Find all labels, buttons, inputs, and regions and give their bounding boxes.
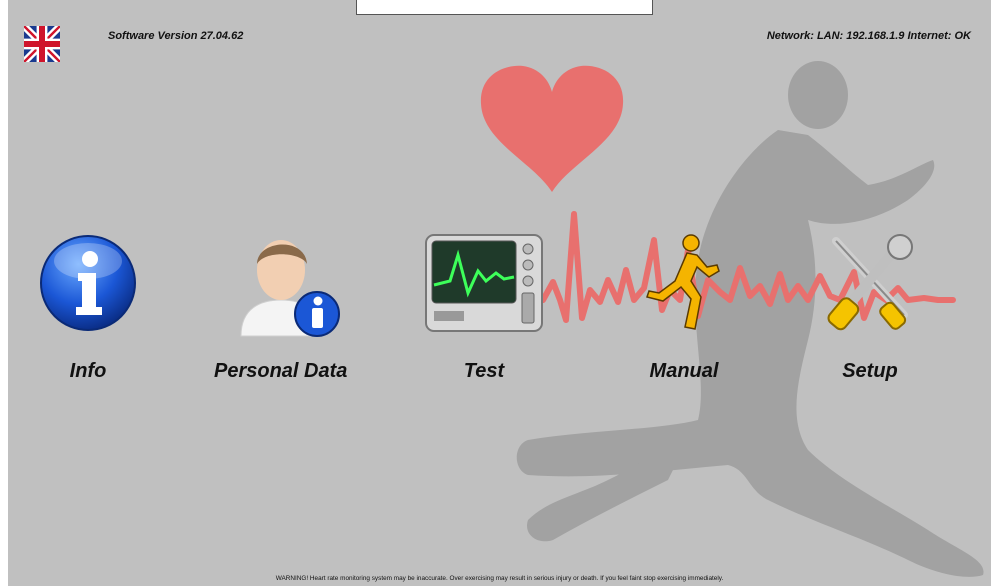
menu-test-button[interactable]: Test	[424, 228, 544, 383]
uk-flag-icon[interactable]	[24, 26, 60, 62]
menu-info-button[interactable]: Info	[28, 228, 148, 383]
menu-setup-label: Setup	[842, 360, 898, 382]
tools-icon	[810, 228, 930, 338]
home-screen: Software Version 27.04.62 Network: LAN: …	[8, 0, 991, 586]
network-status: Network: LAN: 192.168.1.9 Internet: OK	[766, 30, 971, 42]
top-text-field[interactable]	[356, 0, 653, 15]
monitor-icon	[424, 228, 544, 338]
menu-personal-data-button[interactable]: Personal Data	[214, 228, 347, 383]
menu-manual-label: Manual	[649, 360, 719, 382]
menu-personal-data-label: Personal Data	[214, 360, 348, 382]
user-info-icon	[221, 228, 341, 338]
menu-test-label: Test	[463, 360, 505, 382]
menu-info-label: Info	[69, 360, 107, 382]
warning-text: WARNING! Heart rate monitoring system ma…	[275, 575, 724, 582]
menu-manual-button[interactable]: Manual	[624, 228, 744, 383]
menu-setup-button[interactable]: Setup	[810, 228, 930, 383]
software-version: Software Version 27.04.62	[108, 30, 244, 42]
info-icon	[28, 228, 148, 338]
runner-icon	[624, 228, 744, 338]
